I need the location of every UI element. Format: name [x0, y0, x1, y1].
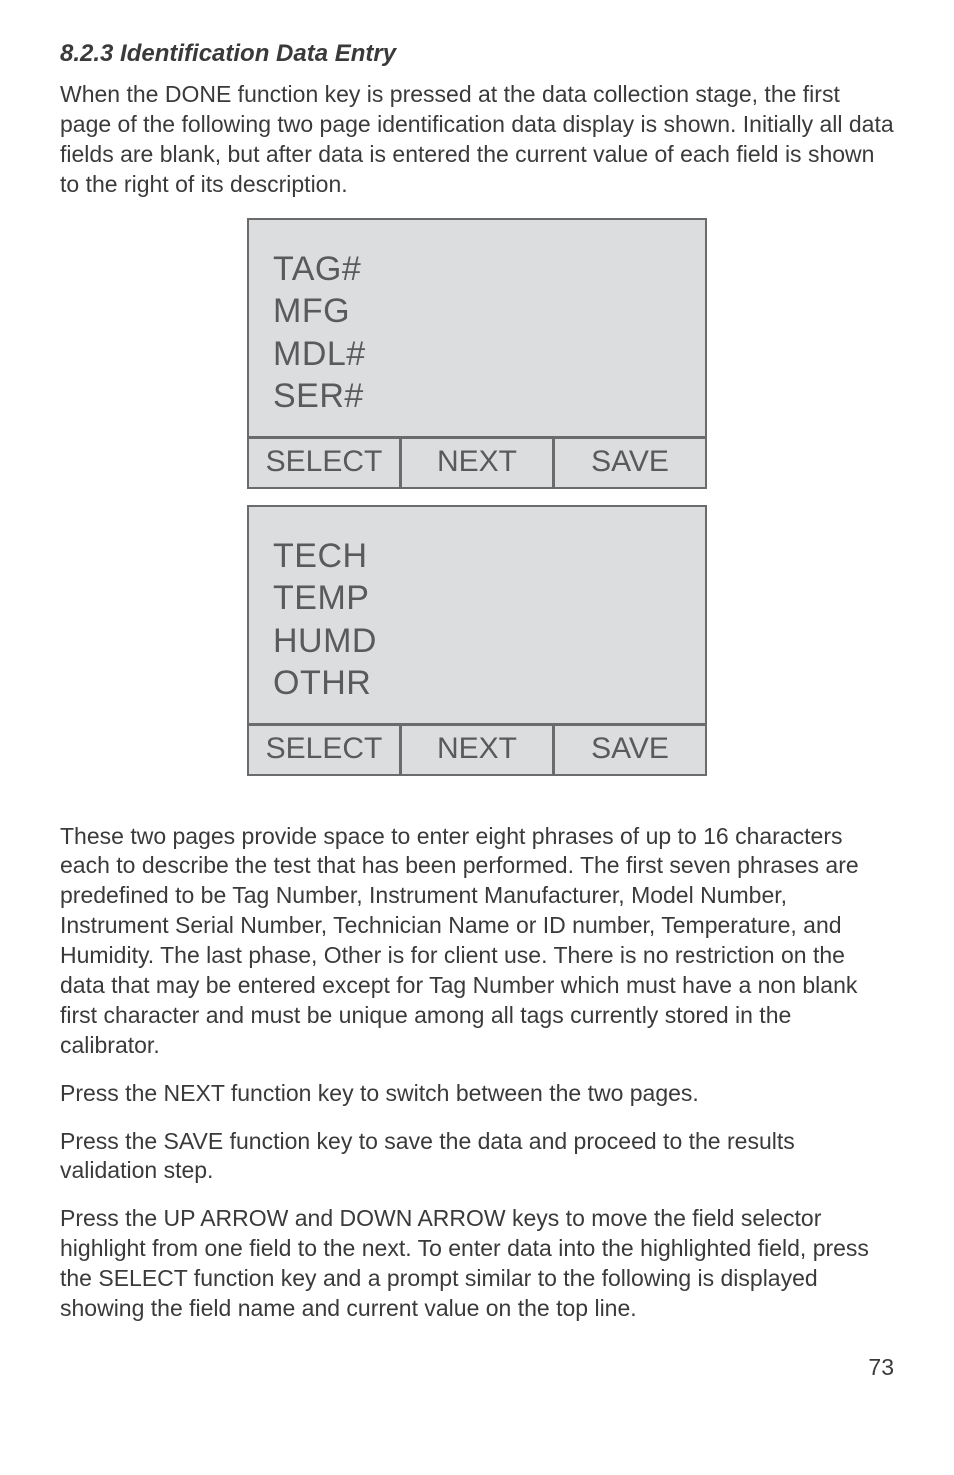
screen-page-2: TECH TEMP HUMD OTHR SELECT NEXT SAVE	[247, 505, 707, 776]
page-number: 73	[60, 1354, 894, 1381]
screen-2-body: TECH TEMP HUMD OTHR	[249, 507, 705, 723]
screen-2-line-3: HUMD	[273, 620, 681, 663]
softkey-next-1[interactable]: NEXT	[402, 439, 555, 487]
screen-2-softkeys: SELECT NEXT SAVE	[249, 723, 705, 774]
screen-1-line-3: MDL#	[273, 333, 681, 376]
screen-page-1: TAG# MFG MDL# SER# SELECT NEXT SAVE	[247, 218, 707, 489]
paragraph-2: These two pages provide space to enter e…	[60, 822, 894, 1061]
softkey-select-2[interactable]: SELECT	[249, 726, 402, 774]
screen-1-line-4: SER#	[273, 375, 681, 418]
paragraph-3: Press the NEXT function key to switch be…	[60, 1079, 894, 1109]
softkey-next-2[interactable]: NEXT	[402, 726, 555, 774]
screens-container: TAG# MFG MDL# SER# SELECT NEXT SAVE TECH…	[60, 218, 894, 792]
paragraph-4: Press the SAVE function key to save the …	[60, 1127, 894, 1187]
screen-1-line-1: TAG#	[273, 248, 681, 291]
softkey-select-1[interactable]: SELECT	[249, 439, 402, 487]
intro-paragraph: When the DONE function key is pressed at…	[60, 80, 894, 200]
softkey-save-1[interactable]: SAVE	[555, 439, 705, 487]
screen-1-body: TAG# MFG MDL# SER#	[249, 220, 705, 436]
paragraph-5: Press the UP ARROW and DOWN ARROW keys t…	[60, 1204, 894, 1324]
screen-1-line-2: MFG	[273, 290, 681, 333]
softkey-save-2[interactable]: SAVE	[555, 726, 705, 774]
screen-1-softkeys: SELECT NEXT SAVE	[249, 436, 705, 487]
screen-2-line-2: TEMP	[273, 577, 681, 620]
section-title: 8.2.3 Identification Data Entry	[60, 40, 894, 68]
screen-2-line-4: OTHR	[273, 662, 681, 705]
screen-2-line-1: TECH	[273, 535, 681, 578]
